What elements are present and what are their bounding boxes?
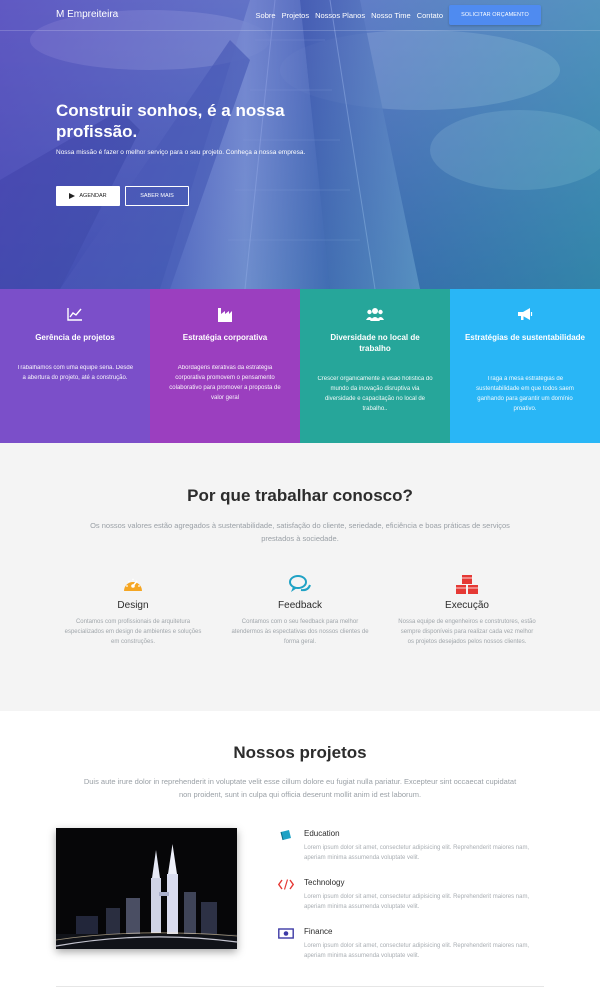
- card-text: Trabalhamos com uma equipe séria. Desde …: [16, 365, 134, 381]
- feature-cards: Gerência de projetos Trabalhamos com uma…: [0, 289, 600, 443]
- card-sustainability: Estratégias de sustentabilidade Traga à …: [450, 289, 600, 443]
- card-title: Estratégia corporativa: [182, 333, 268, 342]
- brand-logo[interactable]: M Empreiteira: [56, 9, 118, 20]
- project-text: Lorem ipsum dolor sit amet, consectetur …: [304, 845, 530, 861]
- cubes-icon: [456, 575, 478, 594]
- feature-execution: Execução Nossa equipe de engenheiros e c…: [397, 574, 537, 647]
- hero-gradient-overlay: [0, 0, 600, 289]
- project-text: Lorem ipsum dolor sit amet, consectetur …: [304, 943, 530, 959]
- city-night-image: [56, 828, 237, 949]
- card-title: Diversidade no local de trabalho: [330, 333, 420, 353]
- nav-item-sobre[interactable]: Sobre: [256, 11, 276, 20]
- card-project-management: Gerência de projetos Trabalhamos com uma…: [0, 289, 150, 443]
- project-title: Finance: [304, 927, 333, 936]
- money-icon: [278, 928, 294, 939]
- learn-more-button[interactable]: SABER MAIS: [125, 186, 189, 206]
- feature-text: Contamos com profissionais de arquitetur…: [64, 619, 202, 645]
- hero-section: M Empreiteira Sobre Projetos Nossos Plan…: [0, 0, 600, 289]
- card-text: Abordagens iterativas da estratégia corp…: [169, 365, 281, 401]
- feature-design: Design Contamos com profissionais de arq…: [63, 574, 203, 647]
- request-quote-button[interactable]: SOLICITAR ORÇAMENTO: [449, 5, 541, 25]
- nav-item-projetos[interactable]: Projetos: [282, 11, 310, 20]
- feature-title: Execução: [445, 600, 489, 611]
- projects-subtitle: Duis aute irure dolor in reprehenderit i…: [83, 777, 517, 799]
- feature-title: Feedback: [278, 600, 322, 611]
- top-navbar: M Empreiteira Sobre Projetos Nossos Plan…: [0, 0, 600, 31]
- project-title: Technology: [304, 878, 345, 887]
- section-divider: [56, 986, 544, 987]
- why-title: Por que trabalhar conosco?: [187, 486, 413, 505]
- book-icon: [280, 830, 291, 841]
- nav-item-nossos-planos[interactable]: Nossos Planos: [315, 11, 365, 20]
- card-workplace-diversity: Diversidade no local de trabalho Crescer…: [300, 289, 450, 443]
- feature-feedback: Feedback Contamos com o seu feedback par…: [230, 574, 370, 647]
- feature-text: Nossa equipe de engenheiros e construtor…: [398, 619, 536, 645]
- why-subtitle: Os nossos valores estão agregados à sust…: [90, 521, 510, 543]
- card-title: Gerência de projetos: [35, 333, 115, 342]
- schedule-button-label: AGENDAR: [79, 193, 107, 199]
- nav-item-nosso-time[interactable]: Nosso Time: [371, 11, 411, 20]
- feature-title: Design: [117, 600, 149, 611]
- projects-title: Nossos projetos: [233, 743, 367, 762]
- users-icon: [366, 308, 384, 321]
- card-text: Traga à mesa estratégias de sustentabili…: [476, 376, 574, 412]
- schedule-button[interactable]: AGENDAR: [56, 186, 120, 206]
- factory-icon: [218, 308, 232, 322]
- hero-description: Nossa missão é fazer o melhor serviço pa…: [56, 149, 306, 156]
- why-section: Por que trabalhar conosco? Os nossos val…: [0, 443, 600, 711]
- play-icon: [69, 193, 76, 199]
- line-chart-icon: [67, 308, 82, 321]
- nav-item-contato[interactable]: Contato: [417, 11, 443, 20]
- card-corporate-strategy: Estratégia corporativa Abordagens iterat…: [150, 289, 300, 443]
- gauge-icon: [124, 578, 142, 591]
- nav-menu: Sobre Projetos Nossos Planos Nosso Time …: [256, 11, 443, 20]
- bullhorn-icon: [518, 308, 533, 320]
- card-text: Crescer organicamente a visão holística …: [317, 376, 433, 412]
- project-title: Education: [304, 829, 340, 838]
- chat-icon: [289, 575, 311, 592]
- code-icon: [278, 879, 294, 890]
- card-title: Estratégias de sustentabilidade: [464, 333, 586, 342]
- project-text: Lorem ipsum dolor sit amet, consectetur …: [304, 894, 530, 910]
- hero-title: Construir sonhos, é a nossa profissão.: [56, 101, 285, 141]
- feature-text: Contamos com o seu feedback para melhor …: [231, 619, 369, 645]
